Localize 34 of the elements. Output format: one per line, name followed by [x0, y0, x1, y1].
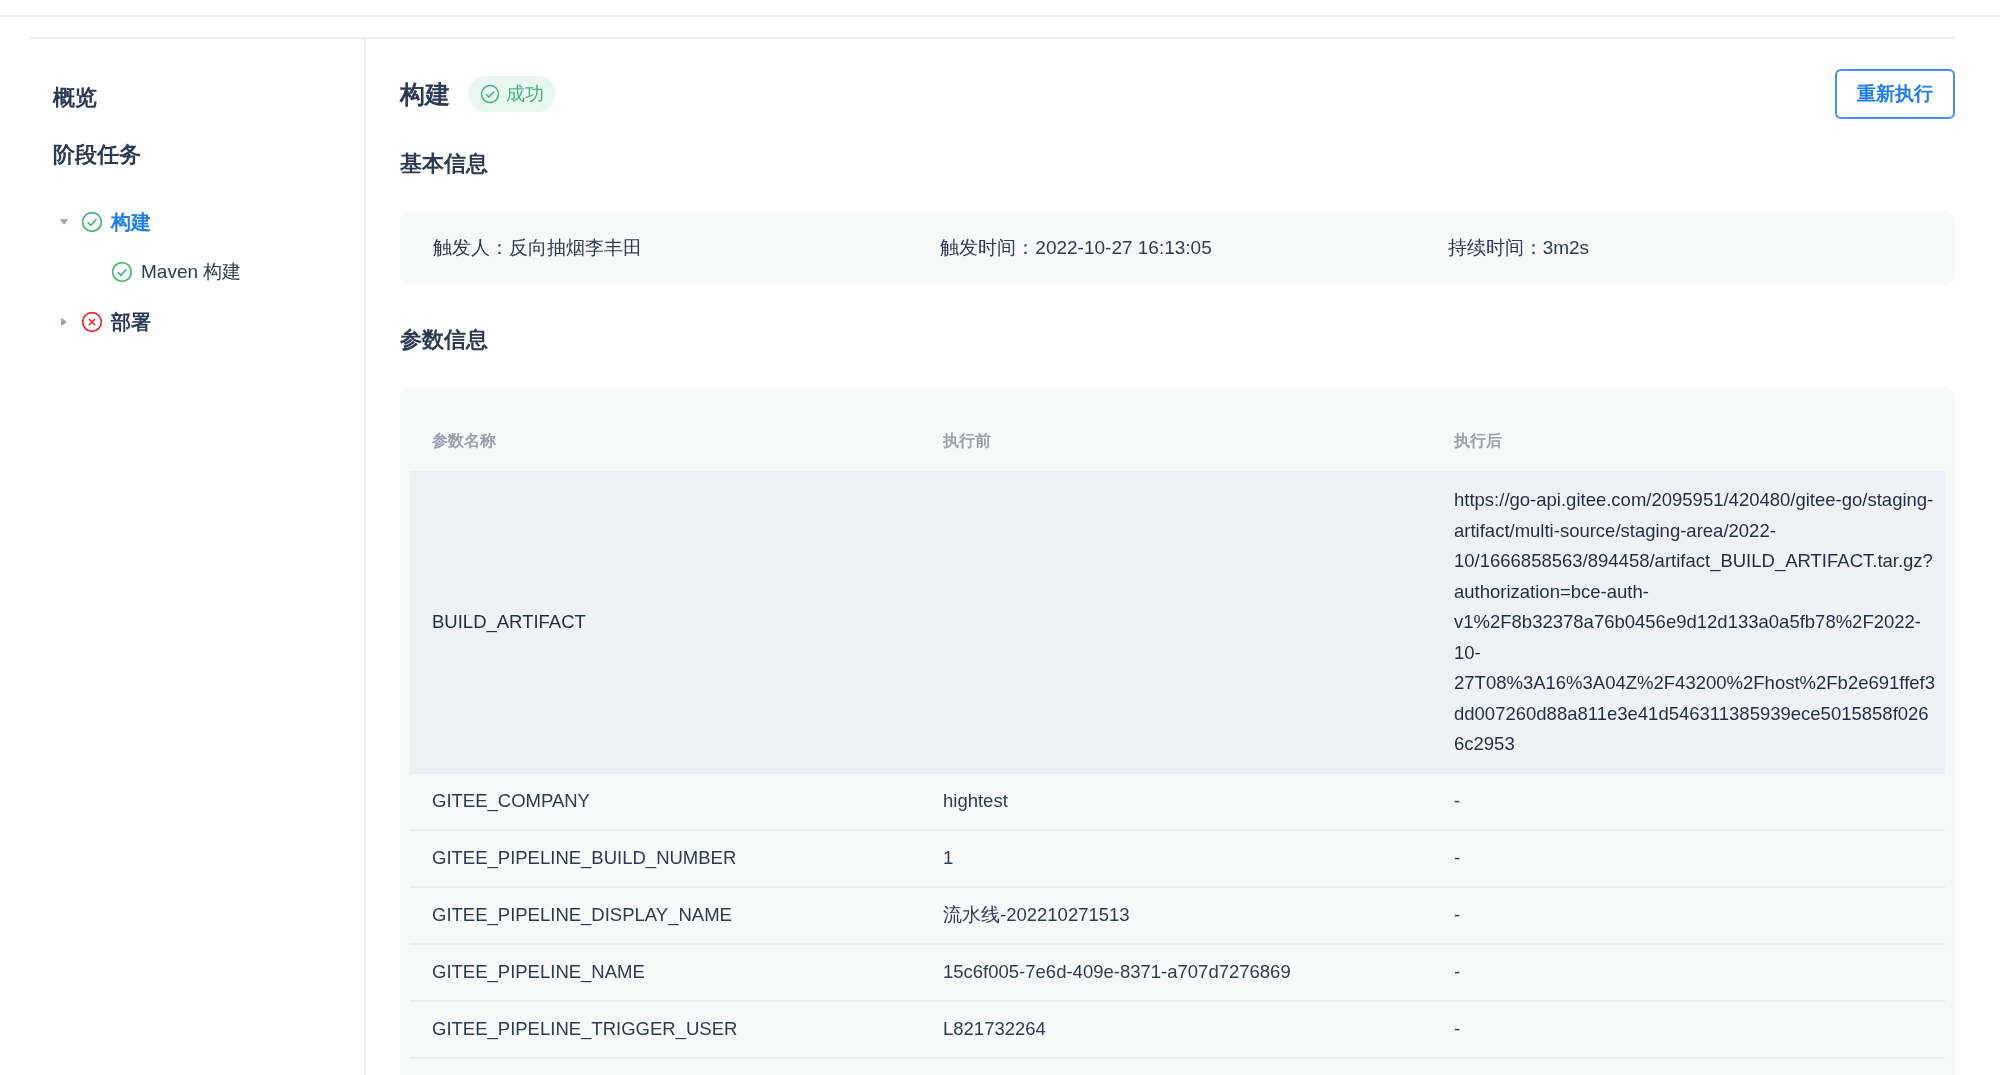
table-cell: hightest — [943, 789, 1008, 811]
table-cell: GITEE_PIPELINE_BUILD_NUMBER — [432, 846, 737, 868]
info-field: 触发人：反向抽烟李丰田 — [433, 235, 941, 261]
table-cell: - — [1454, 1017, 1461, 1039]
column-header: 参数名称 — [431, 430, 497, 451]
table-cell: L821732264 — [943, 1017, 1046, 1039]
table-cell: - — [1454, 960, 1461, 982]
stage-item[interactable]: 构建 — [111, 208, 151, 236]
stage-item[interactable]: 部署 — [111, 308, 151, 336]
table-cell: GITEE_PIPELINE_DISPLAY_NAME — [432, 903, 732, 925]
section-heading: 基本信息 — [400, 150, 488, 178]
column-header: 执行前 — [941, 430, 992, 451]
table-cell: 1 — [943, 846, 954, 868]
table-cell: - — [1454, 846, 1461, 868]
table-cell: BUILD_ARTIFACT — [432, 611, 586, 632]
table-cell: 流水线-202210271513 — [943, 903, 1130, 925]
info-field: 触发时间：2022-10-27 16:13:05 — [940, 235, 1448, 261]
table-cell: - — [1454, 789, 1461, 811]
section-heading: 参数信息 — [400, 326, 488, 354]
table-cell: GITEE_COMPANY — [432, 789, 590, 811]
overview-link[interactable]: 概览 — [53, 83, 97, 113]
column-header: 执行后 — [1452, 430, 1503, 451]
table-cell: - — [1454, 903, 1461, 925]
check-circle-icon — [480, 84, 500, 104]
task-item[interactable]: Maven 构建 — [141, 259, 242, 285]
info-field: 持续时间：3m2s — [1447, 235, 1955, 261]
page-title: 构建 — [400, 78, 450, 110]
status-text: 成功 — [506, 82, 544, 106]
rerun-button[interactable]: 重新执行 — [1835, 69, 1955, 119]
section-heading: 阶段任务 — [53, 141, 141, 169]
table-cell: GITEE_PIPELINE_NAME — [432, 960, 645, 982]
table-cell: https://go-api.gitee.com/2095951/420480/gitee-go/staging-artifact/multi-source/staging-area/2022-10/1666858563/894458/artifact_BUILD_ARTIFACT.tar.gz?authorization=bce-auth-v1%2F8b32378a76b0456e9d12d133a0a5fb78%2F2022-10-27T08%3A16%3A04Z%2F43200%2Fhost%2Fb2e691ffef3dd007260d88a811e3e41d546311385939ece5015858f0266c2953 — [1454, 489, 1935, 754]
table-cell: GITEE_PIPELINE_TRIGGER_USER — [432, 1017, 738, 1039]
table-cell: 15c6f005-7e6d-409e-8371-a707d7276869 — [943, 960, 1291, 982]
